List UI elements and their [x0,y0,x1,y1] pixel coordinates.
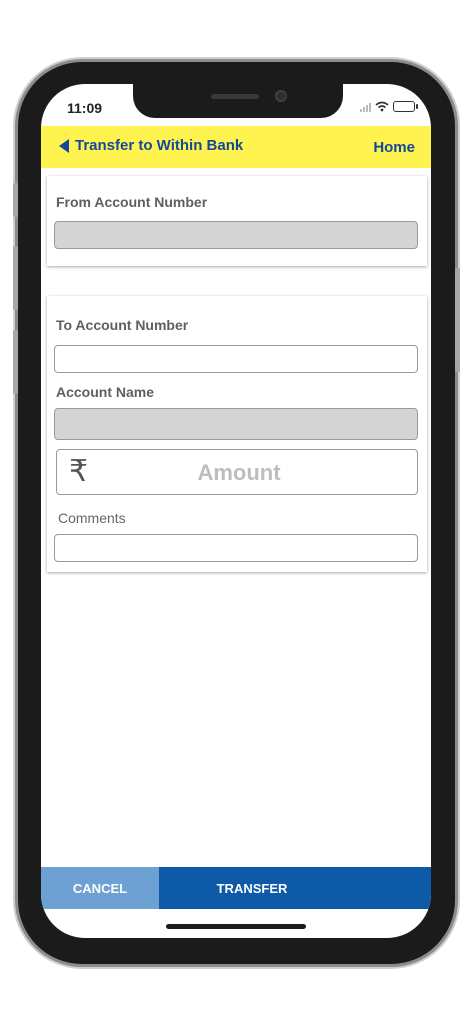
to-account-input[interactable] [54,345,418,373]
app-screen: 11:09 Transfer to Within Bank Home From … [41,84,431,938]
speaker-grille [211,94,259,99]
stage: 11:09 Transfer to Within Bank Home From … [0,0,473,1024]
cancel-button[interactable]: CANCEL [41,867,159,909]
from-account-field[interactable] [54,221,418,249]
home-link[interactable]: Home [373,139,415,156]
account-name-field[interactable] [54,408,418,440]
header-bar: Transfer to Within Bank Home [41,126,431,168]
to-account-card: To Account Number Account Name ₹ Comment… [47,296,427,572]
volume-up-button [13,246,18,310]
to-account-label: To Account Number [56,317,189,333]
signal-icon [360,102,371,112]
from-account-label: From Account Number [56,194,208,210]
back-arrow-icon [59,138,69,153]
silent-switch [13,183,18,217]
notch [133,84,343,118]
power-button [455,268,460,372]
status-icons [360,101,418,112]
back-button[interactable]: Transfer to Within Bank [59,137,243,154]
home-indicator[interactable] [166,924,306,929]
amount-field[interactable]: ₹ [56,449,418,495]
volume-down-button [13,330,18,394]
camera-icon [275,90,287,102]
account-name-label: Account Name [56,384,155,400]
page-title: Transfer to Within Bank [75,137,244,154]
battery-icon [393,101,418,112]
comments-input[interactable] [54,534,418,562]
rupee-icon: ₹ [69,455,89,488]
wifi-icon [375,101,389,112]
transfer-button[interactable]: TRANSFER [159,867,431,909]
comments-label: Comments [58,510,126,526]
status-time: 11:09 [67,100,103,116]
from-account-card: From Account Number [47,176,427,266]
amount-input[interactable] [117,456,361,490]
